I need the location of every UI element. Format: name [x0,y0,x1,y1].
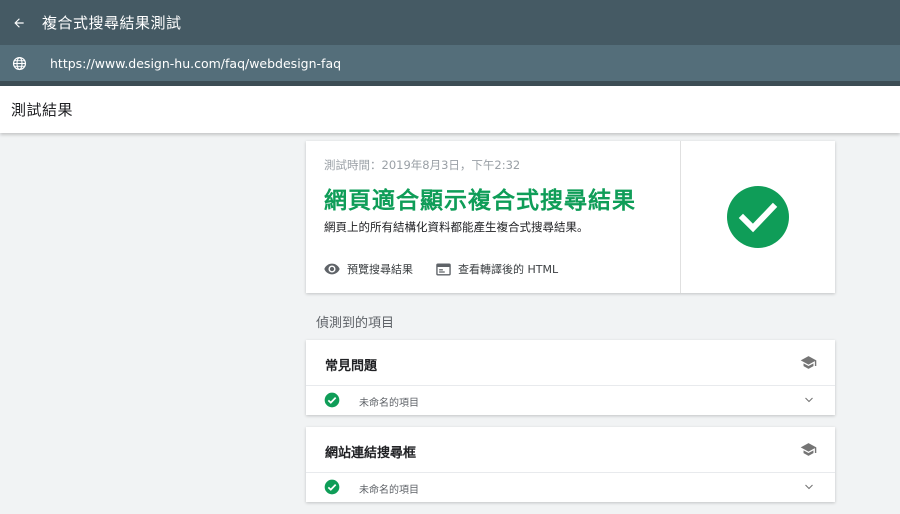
detected-item-card-faq: 常見問題 未命名的項目 [306,340,835,415]
detected-item-row[interactable]: 未命名的項目 [306,387,835,415]
back-button[interactable] [0,0,38,45]
chevron-down-icon[interactable] [803,394,815,406]
result-status [681,141,835,293]
url-bar: https://www.design-hu.com/faq/webdesign-… [0,45,900,81]
section-title: 測試結果 [11,101,74,119]
check-circle-icon [324,479,340,495]
detected-item-row-label: 未命名的項目 [359,398,419,409]
chevron-down-icon[interactable] [803,481,815,493]
detected-item-header[interactable]: 網站連結搜尋框 [306,427,835,473]
detected-item-header[interactable]: 常見問題 [306,340,835,386]
app-bar: 複合式搜尋結果測試 [0,0,900,45]
test-time: 測試時間：2019年8月3日，下午2:32 [324,158,521,172]
result-description: 網頁上的所有結構化資料都能產生複合式搜尋結果。 [324,220,589,234]
detected-item-title: 常見問題 [325,359,378,374]
result-card: 測試時間：2019年8月3日，下午2:32 網頁適合顯示複合式搜尋結果 網頁上的… [306,141,835,293]
globe-icon [12,56,26,70]
browser-window-icon [436,263,451,275]
view-html-button[interactable]: 查看轉譯後的 HTML [436,261,558,277]
eye-icon [324,263,340,275]
check-circle-icon [727,186,789,248]
tested-url: https://www.design-hu.com/faq/webdesign-… [50,55,342,71]
graduation-cap-icon [800,356,817,369]
result-summary: 測試時間：2019年8月3日，下午2:32 網頁適合顯示複合式搜尋結果 網頁上的… [306,141,681,293]
detected-item-title: 網站連結搜尋框 [325,446,417,461]
section-header: 測試結果 [0,86,900,133]
preview-results-label: 預覽搜尋結果 [347,263,413,276]
detected-item-card-sitelinks: 網站連結搜尋框 未命名的項目 [306,427,835,502]
detected-item-row-label: 未命名的項目 [359,485,419,496]
check-circle-icon [324,392,340,408]
detected-items-label: 偵測到的項目 [316,316,395,331]
result-headline: 網頁適合顯示複合式搜尋結果 [324,188,636,214]
arrow-back-icon [14,17,24,28]
view-html-label: 查看轉譯後的 HTML [458,263,559,276]
page-title: 複合式搜尋結果測試 [42,14,182,32]
graduation-cap-icon [800,443,817,456]
detected-item-row[interactable]: 未命名的項目 [306,474,835,502]
preview-results-button[interactable]: 預覽搜尋結果 [324,261,413,277]
